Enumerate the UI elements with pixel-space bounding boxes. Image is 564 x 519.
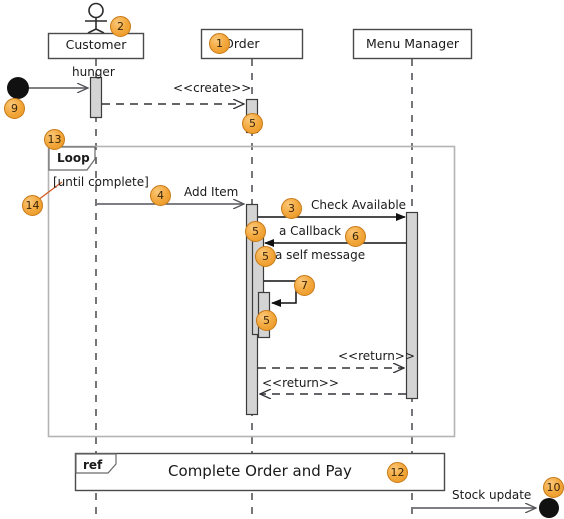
badge-3[interactable]: 3 [281,198,302,219]
found-message-circle [7,77,29,99]
message-label-hunger: hunger [72,65,115,79]
badge-9[interactable]: 9 [4,98,25,119]
sequence-diagram-canvas: Customer Order Menu Manager hunger <<cre… [0,0,564,519]
message-hunger[interactable] [7,77,88,99]
message-label-return-1: <<return>> [338,349,415,363]
message-label-self: a self message [275,248,366,262]
loop-fragment-guard: [until complete] [53,175,149,189]
participant-label-menu-manager: Menu Manager [365,36,460,51]
badge-5-main[interactable]: 5 [245,221,266,242]
badge-5-callback[interactable]: 5 [255,246,276,267]
message-label-callback: a Callback [279,224,342,238]
actor-leg-left [87,28,97,34]
message-label-add-item: Add Item [184,185,239,199]
badge-7[interactable]: 7 [294,275,315,296]
message-label-check-available: Check Available [311,198,407,212]
badge-5-nested[interactable]: 5 [256,310,277,331]
activation-bar-customer[interactable] [89,76,103,119]
badge-12[interactable]: 12 [387,462,408,483]
badge-1[interactable]: 1 [209,33,230,54]
loop-fragment-keyword: Loop [57,151,90,165]
participant-label-customer: Customer [65,37,127,52]
actor-leg-right [95,28,105,34]
customer-actor[interactable] [85,2,107,34]
actor-head [88,2,104,19]
message-label-return-2: <<return>> [262,376,339,390]
message-label-create: <<create>> [173,81,252,95]
badge-13[interactable]: 13 [44,129,65,150]
lost-message-circle [539,498,559,518]
badge-6[interactable]: 6 [345,226,366,247]
badge-2[interactable]: 2 [110,16,131,37]
badge-5-create[interactable]: 5 [242,113,263,134]
badge-14[interactable]: 14 [22,195,43,216]
badge-4[interactable]: 4 [150,185,171,206]
message-label-stock-update: Stock update [452,488,532,502]
badge-10[interactable]: 10 [543,477,564,498]
activation-bar-menu-manager[interactable] [405,211,419,400]
